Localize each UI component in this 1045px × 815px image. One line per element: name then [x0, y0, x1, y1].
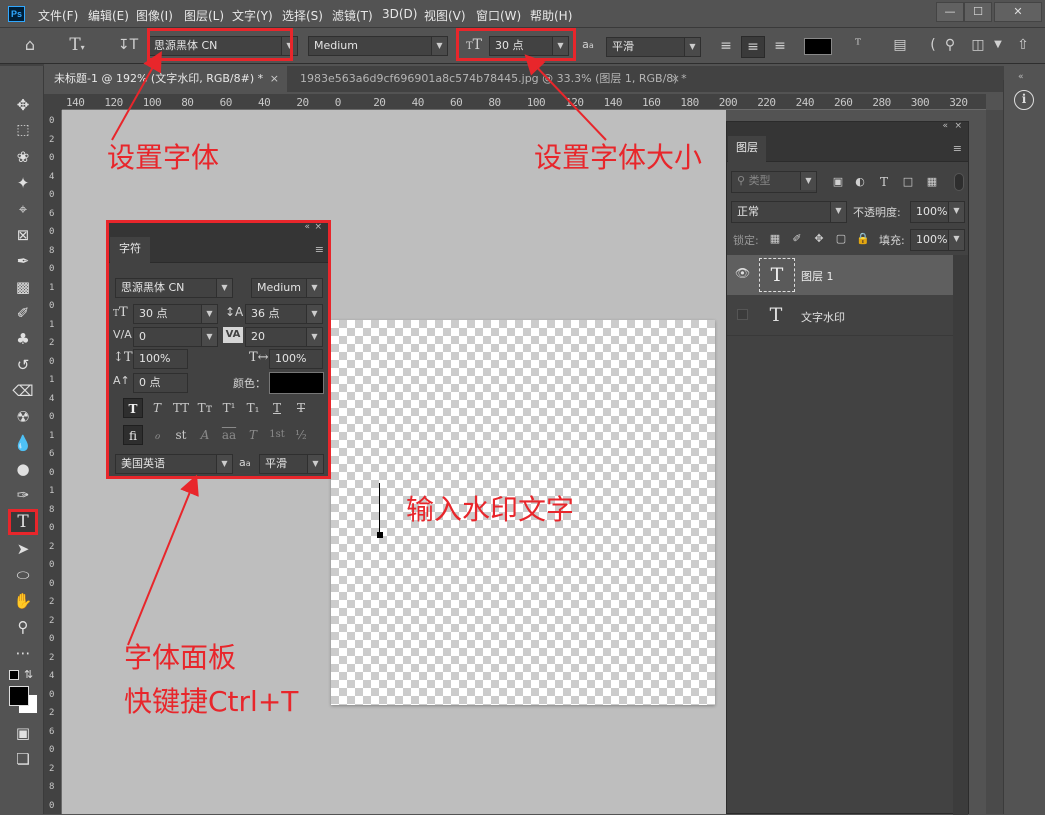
arrow-to-font-size [524, 54, 607, 141]
arrow-to-font-family [111, 51, 162, 141]
annotation-arrows [111, 51, 607, 646]
arrow-to-character-panel [127, 474, 199, 646]
